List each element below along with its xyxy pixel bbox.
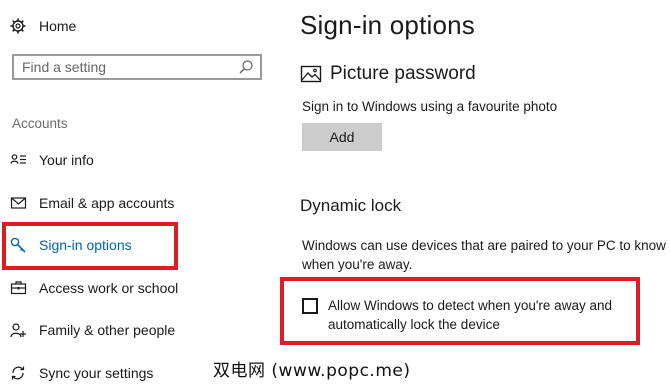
dynamic-lock-description-line: Windows can use devices that are paired … (302, 238, 666, 253)
page-title: Sign-in options (300, 10, 475, 40)
section-label-accounts: Accounts (12, 116, 68, 131)
dynamic-lock-heading: Dynamic lock (300, 196, 402, 215)
sidebar-item-email-accounts[interactable]: Email & app accounts (10, 191, 174, 215)
picture-password-description: Sign in to Windows using a favourite pho… (302, 99, 558, 114)
checkbox-label-line: automatically lock the device (328, 317, 500, 332)
briefcase-icon (10, 280, 28, 296)
watermark-text: 双电网 (www.popc.me) (213, 361, 411, 381)
add-picture-password-button[interactable]: Add (302, 123, 382, 151)
sidebar-item-sync[interactable]: Sync your settings (10, 361, 153, 385)
sidebar-item-family[interactable]: Family & other people (10, 318, 175, 342)
sidebar-item-label: Email & app accounts (39, 195, 175, 211)
gear-icon (10, 18, 26, 34)
search-input[interactable] (14, 56, 242, 78)
sidebar-item-label: Sync your settings (39, 365, 154, 381)
sidebar-item-label: Family & other people (39, 322, 176, 338)
highlight-box-sign-in (2, 222, 178, 270)
people-icon (10, 322, 28, 338)
picture-icon (300, 65, 322, 83)
sidebar-item-label: Your info (39, 152, 94, 168)
dynamic-lock-checkbox[interactable] (302, 298, 318, 314)
picture-password-heading: Picture password (300, 63, 476, 85)
dynamic-lock-description: Windows can use devices that are paired … (302, 236, 670, 274)
search-icon[interactable] (238, 59, 254, 75)
sidebar-item-access-work[interactable]: Access work or school (10, 276, 178, 300)
sync-icon (10, 365, 28, 381)
mail-icon (10, 195, 28, 211)
checkbox-label-line: Allow Windows to detect when you're away… (328, 298, 612, 313)
nav-home-label: Home (39, 18, 77, 34)
main-panel: Sign-in options Picture password Sign in… (280, 0, 670, 392)
dynamic-lock-description-line: when you're away. (302, 257, 413, 272)
person-card-icon (10, 152, 28, 168)
sidebar-item-label: Access work or school (39, 280, 179, 296)
sidebar: Home Accounts Your info (0, 0, 280, 392)
nav-home[interactable]: Home (10, 14, 76, 38)
picture-password-heading-label: Picture password (330, 63, 476, 84)
sidebar-item-your-info[interactable]: Your info (10, 148, 94, 172)
search-box (12, 54, 262, 80)
dynamic-lock-checkbox-label[interactable]: Allow Windows to detect when you're away… (328, 296, 628, 334)
dynamic-lock-checkbox-row[interactable]: Allow Windows to detect when you're away… (302, 296, 628, 334)
